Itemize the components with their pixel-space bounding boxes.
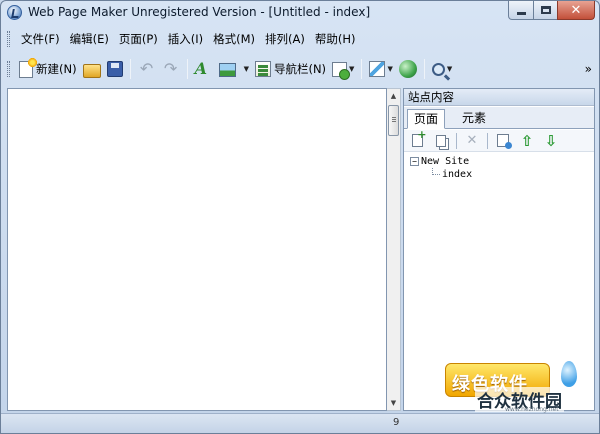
style-brush-icon [369, 61, 386, 77]
insert-image-button[interactable] [216, 57, 239, 81]
toolbar-separator [186, 59, 188, 79]
tree-page-label: index [442, 169, 473, 180]
toolbar-separator [423, 59, 425, 79]
new-button[interactable]: 新建(N) [16, 57, 80, 81]
dropdown-arrow-icon: ▼ [243, 65, 249, 73]
dropdown-arrow-icon: ▼ [349, 65, 355, 73]
close-button[interactable]: ✕ [557, 1, 595, 20]
title-bar[interactable]: Web Page Maker Unregistered Version - [U… [1, 1, 599, 25]
panel-toolbar-separator [456, 132, 457, 149]
dropdown-arrow-icon: ▼ [446, 65, 453, 73]
site-tree: − New Site index [410, 155, 472, 181]
menu-format[interactable]: 格式(M) [208, 31, 260, 47]
arrow-up-icon: ⇧ [520, 131, 534, 150]
watermark-logo: 绿色软件 合众软件园 www.hezhong.net [445, 361, 595, 413]
app-logo-icon[interactable] [7, 5, 22, 20]
redo-icon: ↷ [163, 59, 178, 78]
watermark-drop-icon [561, 361, 577, 387]
panel-toolbar: ✕ ⇧ ⇩ [404, 128, 594, 152]
menu-insert[interactable]: 插入(I) [163, 31, 208, 47]
page-properties-button[interactable] [494, 132, 512, 150]
menu-arrange[interactable]: 排列(A) [260, 31, 310, 47]
tree-root-label: New Site [421, 156, 470, 167]
minimize-icon [516, 11, 526, 15]
navbar-button-label: 导航栏(N) [273, 62, 327, 76]
tab-elements[interactable]: 元素 [456, 109, 492, 129]
close-icon: ✕ [570, 2, 582, 18]
zoom-magnifier-icon [431, 62, 445, 76]
arrow-down-icon: ⇩ [544, 131, 558, 150]
app-window: Web Page Maker Unregistered Version - [U… [0, 0, 600, 434]
status-text: 9 [393, 417, 400, 428]
dropdown-arrow-icon: ▼ [387, 65, 393, 73]
insert-text-button[interactable]: A [192, 57, 216, 81]
menu-edit[interactable]: 编辑(E) [65, 31, 114, 47]
new-page-icon [19, 57, 37, 78]
copy-page-button[interactable] [432, 132, 450, 150]
collapse-toggle-icon[interactable]: − [410, 156, 419, 166]
scroll-up-arrow-icon[interactable]: ▲ [387, 89, 400, 103]
window-title: Web Page Maker Unregistered Version - [U… [28, 5, 371, 19]
watermark-url: www.hezhong.net [505, 406, 559, 413]
canvas-vertical-scrollbar[interactable]: ▲ ▼ [387, 88, 401, 411]
toolbar-overflow-button[interactable]: » [582, 57, 595, 81]
publish-button[interactable] [396, 57, 420, 81]
folder-open-icon [82, 63, 101, 78]
publish-globe-icon [398, 60, 417, 78]
menu-grip[interactable] [7, 31, 10, 47]
undo-icon: ↶ [139, 59, 154, 78]
scrollbar-thumb[interactable] [388, 105, 399, 136]
navigation-bar-icon [254, 61, 271, 77]
image-icon [218, 63, 236, 77]
new-button-label: 新建(N) [36, 62, 77, 76]
menu-help[interactable]: 帮助(H) [310, 31, 361, 47]
open-button[interactable] [80, 57, 104, 81]
save-button[interactable] [104, 57, 126, 81]
panel-toolbar-separator [487, 132, 488, 149]
tab-pages[interactable]: 页面 [407, 109, 446, 129]
toolbar-separator [129, 59, 131, 79]
scroll-down-arrow-icon[interactable]: ▼ [387, 396, 400, 410]
panel-title: 站点内容 [404, 89, 594, 106]
toolbar-grip[interactable] [7, 61, 10, 77]
undo-button[interactable]: ↶ [135, 57, 159, 81]
add-page-icon [411, 128, 427, 147]
toolbar-separator [361, 59, 363, 79]
form-element-icon [332, 61, 351, 80]
save-disk-icon [106, 61, 123, 77]
status-bar: 9 [1, 413, 599, 433]
menu-bar: 文件(F) 编辑(E) 页面(P) 插入(I) 格式(M) 排列(A) 帮助(H… [7, 28, 595, 50]
move-up-button[interactable]: ⇧ [518, 132, 536, 150]
panel-tab-strip: 页面 元素 [404, 107, 594, 129]
minimize-button[interactable] [508, 1, 534, 20]
tree-node-page[interactable]: index [410, 168, 472, 181]
maximize-icon [540, 6, 551, 14]
tree-branch-line [432, 168, 440, 175]
insert-form-button[interactable]: ▼ [329, 57, 357, 81]
menu-page[interactable]: 页面(P) [114, 31, 163, 47]
delete-page-button[interactable]: ✕ [463, 132, 481, 150]
move-down-button[interactable]: ⇩ [542, 132, 560, 150]
zoom-button[interactable]: ▼ [429, 57, 455, 81]
style-button[interactable]: ▼ [366, 57, 395, 81]
tree-node-site[interactable]: − New Site [410, 155, 472, 168]
page-properties-icon [497, 134, 512, 149]
page-design-canvas[interactable] [7, 88, 387, 411]
menu-file[interactable]: 文件(F) [16, 31, 65, 47]
delete-icon: ✕ [466, 133, 478, 148]
chevron-right-double-icon: » [584, 62, 592, 76]
text-icon: A [194, 59, 207, 78]
maximize-button[interactable] [533, 1, 558, 20]
insert-shape-dropdown[interactable]: ▼ [239, 57, 252, 81]
main-toolbar: 新建(N) ↶ ↷ A ▼ 导航栏(N) ▼ ▼ ▼ » [7, 54, 595, 84]
add-page-button[interactable] [408, 128, 427, 150]
navbar-button[interactable]: 导航栏(N) [252, 57, 329, 81]
redo-button[interactable]: ↷ [159, 57, 183, 81]
copy-page-icon [436, 134, 446, 147]
